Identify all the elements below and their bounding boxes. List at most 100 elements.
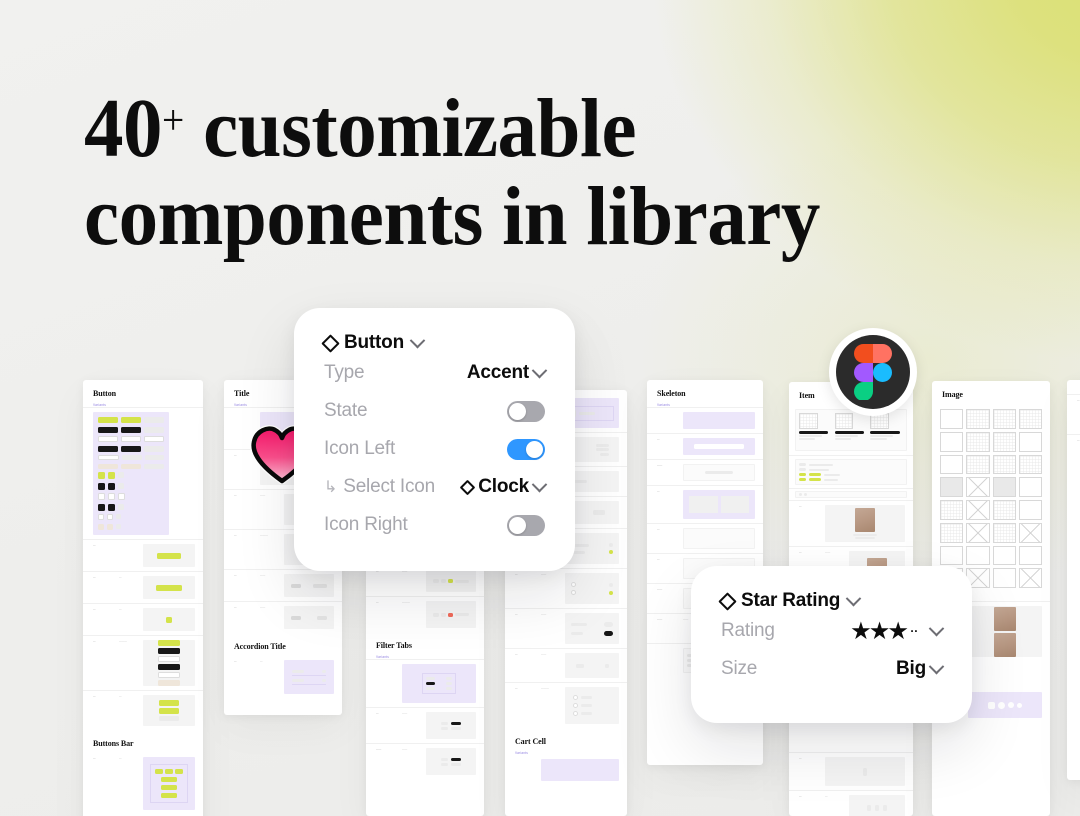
row-label: — [376, 601, 379, 604]
property-row-state[interactable]: State [324, 392, 545, 430]
swatch-grey [565, 687, 619, 724]
row-label: — [376, 570, 379, 573]
row-label: — [234, 574, 237, 577]
component-card-filter-tabs[interactable]: — —— — ——— Filter Tabs Variants — —— —— —— [366, 560, 484, 816]
swatch-white [683, 528, 755, 549]
card-row: ———— [505, 682, 627, 728]
row-label-secondary: ——— [541, 687, 549, 690]
swatch-white [795, 459, 907, 485]
swatch-white [683, 464, 755, 481]
property-label: Icon Right [324, 514, 408, 535]
swatch-grey [968, 606, 1042, 657]
property-value-select-icon[interactable]: Clock [459, 476, 548, 498]
swatch-grey [143, 608, 195, 631]
property-value-type[interactable]: Accent [467, 362, 548, 384]
row-label [376, 664, 402, 703]
row-label-secondary: — [119, 608, 122, 611]
image-variant-cell [1018, 568, 1042, 588]
row-label-secondary: — [119, 757, 122, 760]
panel-component-name: Star Rating [741, 590, 841, 611]
card-row: — [647, 433, 763, 459]
chevron-down-icon[interactable] [928, 658, 945, 674]
icon-right-toggle[interactable] [507, 514, 545, 536]
product-photo [994, 606, 1016, 631]
row-label: — [234, 534, 237, 537]
card-row [647, 407, 763, 433]
headline-line1: customizable [203, 82, 637, 175]
row-label: — [799, 757, 802, 760]
property-value-size[interactable]: Big [896, 658, 945, 680]
row-label-secondary: ——— [260, 534, 268, 537]
card-row: —— [83, 603, 203, 635]
card-row: ——— [224, 569, 342, 601]
property-row-icon-left[interactable]: Icon Left [324, 430, 545, 468]
image-variant-cell [992, 545, 1016, 566]
image-variant-cell [940, 477, 964, 497]
row-label-secondary: ——— [119, 640, 127, 643]
chevron-down-icon[interactable] [531, 476, 548, 492]
panel-component-header[interactable]: Star Rating [718, 590, 942, 612]
row-label-secondary [119, 544, 143, 567]
card-row: —— [224, 656, 342, 698]
property-row-size[interactable]: Size Big [721, 650, 945, 688]
row-label-secondary: —— [402, 570, 408, 573]
row-label: — [93, 576, 96, 579]
chevron-down-icon[interactable] [845, 590, 862, 606]
card-row: —— [83, 571, 203, 603]
headline-line2: components in library [84, 170, 820, 264]
swatch-white [795, 491, 907, 498]
row-label: —— [376, 748, 382, 751]
button-properties-panel[interactable]: Button Type Accent State Icon Left ↳ Sel… [294, 308, 575, 571]
card-title: Filter Tabs [376, 641, 412, 650]
property-label: Icon Left [324, 438, 396, 459]
card-title-secondary: Buttons Bar [93, 739, 134, 748]
card-row: ———— [83, 635, 203, 690]
property-value-rating[interactable]: ★★★ ·· [851, 619, 945, 643]
row-label: — [234, 606, 237, 609]
component-card-button[interactable]: Button Variants — — — — — — ——— — — Butt… [83, 380, 203, 816]
card-title-secondary: Accordion Title [234, 642, 286, 651]
image-variant-cell [992, 568, 1016, 588]
swatch-purple [143, 757, 195, 810]
swatch-grey [143, 544, 195, 567]
property-row-type[interactable]: Type Accent [324, 354, 548, 392]
card-row: —— —— [366, 743, 484, 779]
property-row-select-icon[interactable]: ↳ Select Icon Clock [324, 468, 548, 506]
image-variant-cell [1018, 431, 1042, 452]
card-row: ——— [505, 568, 627, 608]
swatch-grey [284, 606, 334, 629]
swatch-purple [541, 759, 619, 781]
icon-left-toggle[interactable] [507, 438, 545, 460]
card-row: — [1067, 434, 1080, 474]
product-photo [994, 632, 1016, 657]
figma-badge[interactable] [829, 328, 917, 416]
property-row-rating[interactable]: Rating ★★★ ·· [721, 612, 945, 650]
swatch-grey [143, 695, 195, 726]
row-label-secondary: — [119, 695, 122, 698]
image-variant-cell [966, 431, 990, 452]
stars-filled: ★★★ [851, 619, 908, 643]
toggle-knob [509, 402, 526, 420]
card-row: ——— [505, 648, 627, 682]
star-rating-display[interactable]: ★★★ ·· [851, 619, 919, 643]
chevron-down-icon[interactable] [531, 362, 548, 378]
diamond-icon [459, 479, 476, 495]
card-row: — [789, 500, 913, 546]
chevron-down-icon[interactable] [409, 332, 426, 348]
component-card-edge[interactable]: — — [1067, 380, 1080, 780]
chevron-down-icon[interactable] [928, 620, 945, 636]
card-row [789, 455, 913, 488]
state-toggle[interactable] [507, 400, 545, 422]
row-label-secondary: —— [541, 613, 547, 616]
card-row: — [647, 523, 763, 553]
image-variant-cell [966, 522, 990, 543]
star-rating-properties-panel[interactable]: Star Rating Rating ★★★ ·· Size Big [691, 566, 972, 723]
row-label-secondary: ——— [402, 601, 410, 604]
image-variant-cell [992, 500, 1016, 520]
panel-component-header[interactable]: Button [321, 332, 545, 354]
row-label-secondary: —— [402, 748, 408, 751]
swatch-grey [284, 574, 334, 597]
image-variant-cell [966, 409, 990, 429]
row-label: — [799, 505, 802, 508]
property-row-icon-right[interactable]: Icon Right [324, 506, 545, 544]
